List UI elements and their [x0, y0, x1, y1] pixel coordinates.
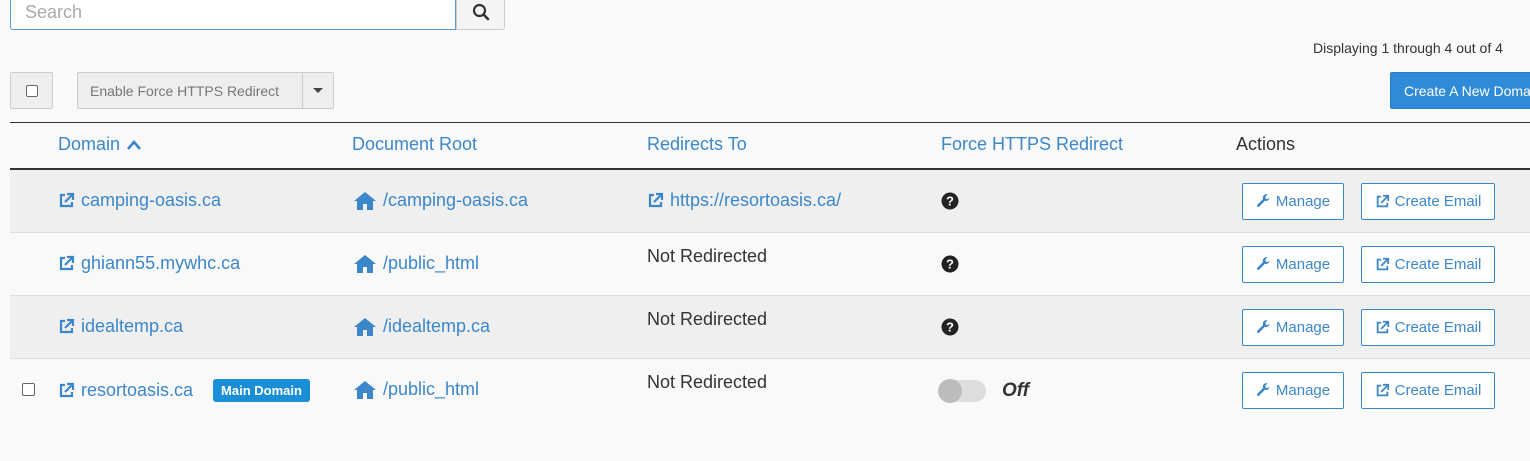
toggle-switch[interactable]: [938, 379, 986, 403]
external-link-icon: [58, 192, 75, 209]
header-actions: Actions: [1236, 134, 1296, 154]
document-root-link[interactable]: /camping-oasis.ca: [353, 190, 528, 211]
create-email-label: Create Email: [1394, 382, 1482, 399]
redirect-url: https://resortoasis.ca/: [670, 190, 842, 210]
toggle-state-label: Off: [1002, 380, 1030, 401]
header-force-https[interactable]: Force HTTPS Redirect: [941, 134, 1123, 155]
domain-link[interactable]: idealtemp.ca: [58, 316, 183, 337]
domain-name: ghiann55.mywhc.ca: [81, 253, 241, 273]
create-domain-button[interactable]: Create A New Domain: [1390, 72, 1530, 109]
search-icon: [472, 3, 490, 21]
domain-name: idealtemp.ca: [81, 316, 184, 336]
svg-text:?: ?: [946, 320, 954, 335]
header-domain-label: Domain: [58, 134, 121, 154]
manage-button[interactable]: Manage: [1242, 246, 1344, 283]
search-input[interactable]: [10, 0, 456, 30]
select-all-checkbox[interactable]: [10, 72, 53, 109]
external-link-icon: [1375, 320, 1390, 335]
row-checkbox[interactable]: [22, 383, 35, 396]
document-root-link[interactable]: /public_html: [353, 379, 479, 400]
home-icon: [353, 191, 377, 211]
wrench-icon: [1256, 383, 1271, 398]
create-email-button[interactable]: Create Email: [1361, 183, 1495, 220]
external-link-icon: [1375, 383, 1390, 398]
create-email-button[interactable]: Create Email: [1361, 309, 1495, 346]
manage-button[interactable]: Manage: [1242, 372, 1344, 409]
caret-down-icon: [313, 88, 323, 93]
header-domain[interactable]: Domain: [58, 134, 142, 155]
bulk-action-dropdown[interactable]: [302, 72, 334, 109]
force-https-toggle[interactable]: Off: [938, 379, 1030, 403]
document-root-path: /idealtemp.ca: [383, 316, 491, 336]
create-email-button[interactable]: Create Email: [1361, 246, 1495, 283]
home-icon: [353, 317, 377, 337]
domain-link[interactable]: ghiann55.mywhc.ca: [58, 253, 240, 274]
question-circle-icon[interactable]: ?: [941, 255, 959, 278]
header-redirects-to[interactable]: Redirects To: [647, 134, 747, 155]
external-link-icon: [58, 318, 75, 335]
wrench-icon: [1256, 257, 1271, 272]
manage-label: Manage: [1275, 319, 1331, 336]
wrench-icon: [1256, 320, 1271, 335]
create-email-label: Create Email: [1394, 256, 1482, 273]
manage-label: Manage: [1275, 256, 1331, 273]
home-icon: [353, 380, 377, 400]
question-circle-icon[interactable]: ?: [941, 192, 959, 215]
document-root-link[interactable]: /idealtemp.ca: [353, 316, 490, 337]
create-email-label: Create Email: [1394, 193, 1482, 210]
home-icon: [353, 254, 377, 274]
external-link-icon: [647, 192, 664, 209]
svg-text:?: ?: [946, 194, 954, 209]
domain-link[interactable]: camping-oasis.ca: [58, 190, 221, 211]
redirect-link[interactable]: https://resortoasis.ca/: [647, 190, 841, 211]
main-domain-badge: Main Domain: [213, 379, 310, 402]
pagination-summary: Displaying 1 through 4 out of 4: [1313, 40, 1503, 56]
domain-link[interactable]: resortoasis.ca Main Domain: [58, 379, 310, 402]
manage-label: Manage: [1275, 193, 1331, 210]
wrench-icon: [1256, 194, 1271, 209]
document-root-path: /public_html: [383, 253, 480, 273]
redirect-status: Not Redirected: [647, 309, 768, 329]
table-top-border: [10, 122, 1530, 123]
external-link-icon: [58, 255, 75, 272]
bulk-action-button[interactable]: Enable Force HTTPS Redirect: [77, 72, 303, 109]
search-button[interactable]: [456, 0, 505, 30]
create-email-button[interactable]: Create Email: [1361, 372, 1495, 409]
document-root-link[interactable]: /public_html: [353, 253, 479, 274]
manage-button[interactable]: Manage: [1242, 183, 1344, 220]
document-root-path: /camping-oasis.ca: [383, 190, 529, 210]
domain-name: resortoasis.ca: [81, 380, 194, 400]
chevron-up-icon: [126, 139, 142, 151]
redirect-status: Not Redirected: [647, 246, 768, 266]
redirect-status: Not Redirected: [647, 372, 768, 392]
question-circle-icon[interactable]: ?: [941, 318, 959, 341]
header-document-root[interactable]: Document Root: [352, 134, 477, 155]
external-link-icon: [1375, 257, 1390, 272]
manage-label: Manage: [1275, 382, 1331, 399]
external-link-icon: [1375, 194, 1390, 209]
external-link-icon: [58, 382, 75, 399]
document-root-path: /public_html: [383, 379, 480, 399]
svg-text:?: ?: [946, 257, 954, 272]
manage-button[interactable]: Manage: [1242, 309, 1344, 346]
domain-name: camping-oasis.ca: [81, 190, 222, 210]
create-email-label: Create Email: [1394, 319, 1482, 336]
